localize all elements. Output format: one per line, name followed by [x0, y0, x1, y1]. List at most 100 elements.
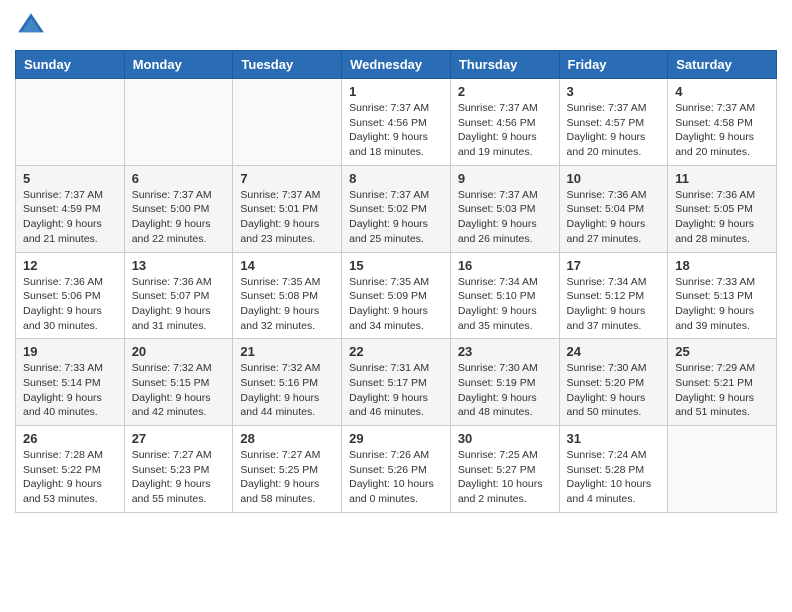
calendar-week-row: 19 Sunrise: 7:33 AM Sunset: 5:14 PM Dayli… [16, 339, 777, 426]
calendar-table: SundayMondayTuesdayWednesdayThursdayFrid… [15, 50, 777, 513]
calendar-cell: 29 Sunrise: 7:26 AM Sunset: 5:26 PM Dayli… [342, 426, 451, 513]
calendar-cell: 13Sunrise: 7:36 AM Sunset: 5:07 PM Dayli… [124, 252, 233, 339]
day-number: 21 [240, 344, 334, 359]
day-info: Sunrise: 7:36 AM Sunset: 5:04 PM Dayligh… [567, 188, 661, 247]
calendar-cell: 17 Sunrise: 7:34 AM Sunset: 5:12 PM Dayli… [559, 252, 668, 339]
day-of-week-header: Saturday [668, 51, 777, 79]
day-info: Sunrise: 7:37 AM Sunset: 4:59 PM Dayligh… [23, 188, 117, 247]
day-number: 17 [567, 258, 661, 273]
day-info: Sunrise: 7:35 AM Sunset: 5:08 PM Dayligh… [240, 275, 334, 334]
calendar-week-row: 1 Sunrise: 7:37 AM Sunset: 4:56 PM Daylig… [16, 79, 777, 166]
day-of-week-header: Thursday [450, 51, 559, 79]
day-number: 24 [567, 344, 661, 359]
day-info: Sunrise: 7:37 AM Sunset: 5:02 PM Dayligh… [349, 188, 443, 247]
header [15, 10, 777, 42]
day-number: 14 [240, 258, 334, 273]
calendar-cell: 3Sunrise: 7:37 AM Sunset: 4:57 PM Daylig… [559, 79, 668, 166]
calendar-cell: 19 Sunrise: 7:33 AM Sunset: 5:14 PM Dayli… [16, 339, 125, 426]
day-of-week-header: Monday [124, 51, 233, 79]
day-of-week-header: Friday [559, 51, 668, 79]
day-info: Sunrise: 7:28 AM Sunset: 5:22 PM Dayligh… [23, 448, 117, 507]
day-of-week-header: Wednesday [342, 51, 451, 79]
day-info: Sunrise: 7:35 AM Sunset: 5:09 PM Dayligh… [349, 275, 443, 334]
day-number: 20 [132, 344, 226, 359]
day-info: Sunrise: 7:34 AM Sunset: 5:10 PM Dayligh… [458, 275, 552, 334]
calendar-cell: 11 Sunrise: 7:36 AM Sunset: 5:05 PM Dayli… [668, 165, 777, 252]
day-info: Sunrise: 7:27 AM Sunset: 5:25 PM Dayligh… [240, 448, 334, 507]
day-of-week-header: Tuesday [233, 51, 342, 79]
day-number: 9 [458, 171, 552, 186]
day-info: Sunrise: 7:26 AM Sunset: 5:26 PM Dayligh… [349, 448, 443, 507]
day-info: Sunrise: 7:37 AM Sunset: 5:03 PM Dayligh… [458, 188, 552, 247]
day-info: Sunrise: 7:37 AM Sunset: 5:00 PM Dayligh… [132, 188, 226, 247]
calendar-cell: 20Sunrise: 7:32 AM Sunset: 5:15 PM Dayli… [124, 339, 233, 426]
calendar-cell: 18 Sunrise: 7:33 AM Sunset: 5:13 PM Dayli… [668, 252, 777, 339]
page: SundayMondayTuesdayWednesdayThursdayFrid… [0, 0, 792, 528]
calendar-cell: 24 Sunrise: 7:30 AM Sunset: 5:20 PM Dayli… [559, 339, 668, 426]
calendar-cell: 9 Sunrise: 7:37 AM Sunset: 5:03 PM Daylig… [450, 165, 559, 252]
day-info: Sunrise: 7:33 AM Sunset: 5:13 PM Dayligh… [675, 275, 769, 334]
calendar-cell: 14 Sunrise: 7:35 AM Sunset: 5:08 PM Dayli… [233, 252, 342, 339]
day-number: 2 [458, 84, 552, 99]
day-info: Sunrise: 7:25 AM Sunset: 5:27 PM Dayligh… [458, 448, 552, 507]
calendar-week-row: 5 Sunrise: 7:37 AM Sunset: 4:59 PM Daylig… [16, 165, 777, 252]
day-number: 29 [349, 431, 443, 446]
calendar-cell: 7Sunrise: 7:37 AM Sunset: 5:01 PM Daylig… [233, 165, 342, 252]
day-number: 31 [567, 431, 661, 446]
day-number: 15 [349, 258, 443, 273]
day-info: Sunrise: 7:24 AM Sunset: 5:28 PM Dayligh… [567, 448, 661, 507]
day-of-week-header: Sunday [16, 51, 125, 79]
day-number: 10 [567, 171, 661, 186]
day-number: 3 [567, 84, 661, 99]
day-info: Sunrise: 7:37 AM Sunset: 4:56 PM Dayligh… [458, 101, 552, 160]
calendar-cell: 26 Sunrise: 7:28 AM Sunset: 5:22 PM Dayli… [16, 426, 125, 513]
calendar-cell [668, 426, 777, 513]
calendar-cell: 27Sunrise: 7:27 AM Sunset: 5:23 PM Dayli… [124, 426, 233, 513]
day-number: 25 [675, 344, 769, 359]
day-number: 1 [349, 84, 443, 99]
day-info: Sunrise: 7:34 AM Sunset: 5:12 PM Dayligh… [567, 275, 661, 334]
day-number: 22 [349, 344, 443, 359]
calendar-cell: 25Sunrise: 7:29 AM Sunset: 5:21 PM Dayli… [668, 339, 777, 426]
day-number: 30 [458, 431, 552, 446]
day-number: 7 [240, 171, 334, 186]
calendar-cell [124, 79, 233, 166]
day-number: 28 [240, 431, 334, 446]
day-info: Sunrise: 7:30 AM Sunset: 5:19 PM Dayligh… [458, 361, 552, 420]
day-info: Sunrise: 7:30 AM Sunset: 5:20 PM Dayligh… [567, 361, 661, 420]
calendar-week-row: 26 Sunrise: 7:28 AM Sunset: 5:22 PM Dayli… [16, 426, 777, 513]
day-info: Sunrise: 7:37 AM Sunset: 4:56 PM Dayligh… [349, 101, 443, 160]
calendar-cell: 31 Sunrise: 7:24 AM Sunset: 5:28 PM Dayli… [559, 426, 668, 513]
logo [15, 10, 51, 42]
day-number: 13 [132, 258, 226, 273]
day-number: 19 [23, 344, 117, 359]
logo-icon [15, 10, 47, 42]
day-number: 26 [23, 431, 117, 446]
calendar-cell: 5 Sunrise: 7:37 AM Sunset: 4:59 PM Daylig… [16, 165, 125, 252]
calendar-cell: 30 Sunrise: 7:25 AM Sunset: 5:27 PM Dayli… [450, 426, 559, 513]
day-info: Sunrise: 7:36 AM Sunset: 5:05 PM Dayligh… [675, 188, 769, 247]
calendar-cell: 15 Sunrise: 7:35 AM Sunset: 5:09 PM Dayli… [342, 252, 451, 339]
day-number: 27 [132, 431, 226, 446]
calendar-cell: 16 Sunrise: 7:34 AM Sunset: 5:10 PM Dayli… [450, 252, 559, 339]
calendar-cell: 10 Sunrise: 7:36 AM Sunset: 5:04 PM Dayli… [559, 165, 668, 252]
calendar-week-row: 12Sunrise: 7:36 AM Sunset: 5:06 PM Dayli… [16, 252, 777, 339]
calendar-cell: 4 Sunrise: 7:37 AM Sunset: 4:58 PM Daylig… [668, 79, 777, 166]
day-number: 18 [675, 258, 769, 273]
day-info: Sunrise: 7:37 AM Sunset: 4:58 PM Dayligh… [675, 101, 769, 160]
calendar-cell: 23 Sunrise: 7:30 AM Sunset: 5:19 PM Dayli… [450, 339, 559, 426]
day-number: 23 [458, 344, 552, 359]
calendar-header-row: SundayMondayTuesdayWednesdayThursdayFrid… [16, 51, 777, 79]
calendar-cell: 1 Sunrise: 7:37 AM Sunset: 4:56 PM Daylig… [342, 79, 451, 166]
calendar-cell: 2 Sunrise: 7:37 AM Sunset: 4:56 PM Daylig… [450, 79, 559, 166]
day-number: 8 [349, 171, 443, 186]
day-number: 16 [458, 258, 552, 273]
day-info: Sunrise: 7:33 AM Sunset: 5:14 PM Dayligh… [23, 361, 117, 420]
day-number: 4 [675, 84, 769, 99]
day-number: 5 [23, 171, 117, 186]
calendar-cell [233, 79, 342, 166]
day-number: 11 [675, 171, 769, 186]
calendar-cell: 8 Sunrise: 7:37 AM Sunset: 5:02 PM Daylig… [342, 165, 451, 252]
calendar-cell: 21Sunrise: 7:32 AM Sunset: 5:16 PM Dayli… [233, 339, 342, 426]
calendar-cell: 12Sunrise: 7:36 AM Sunset: 5:06 PM Dayli… [16, 252, 125, 339]
